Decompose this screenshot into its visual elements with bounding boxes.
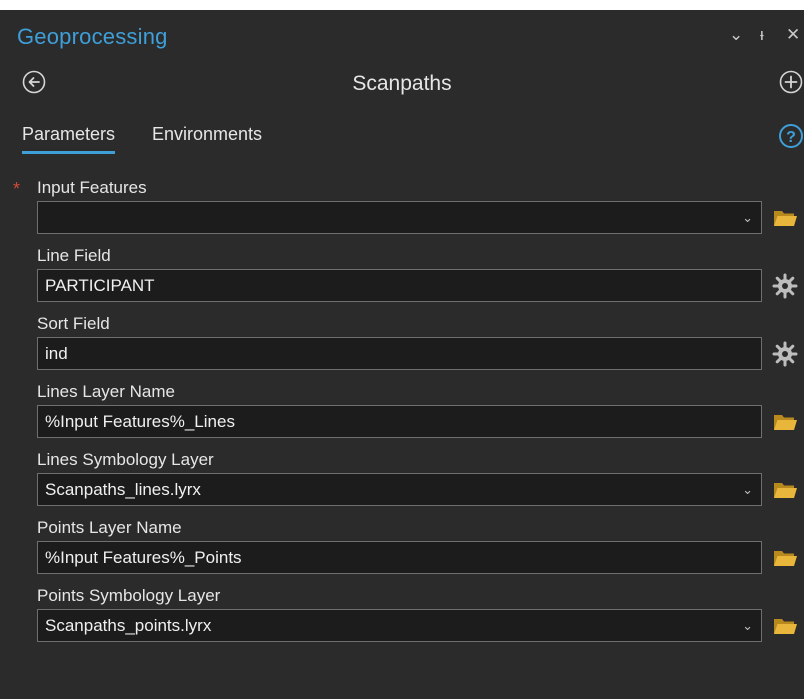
- folder-icon[interactable]: [771, 545, 799, 571]
- param-label: Line Field: [37, 246, 111, 265]
- param-label: Points Symbology Layer: [37, 586, 221, 605]
- tab-environments[interactable]: Environments: [152, 124, 262, 151]
- param-label: Input Features: [37, 178, 147, 197]
- pane-title: Geoprocessing: [17, 24, 168, 49]
- field-value: ind: [45, 344, 68, 363]
- chevron-down-icon[interactable]: ⌄: [742, 610, 753, 641]
- input-features-dropdown[interactable]: ⌄: [37, 201, 762, 234]
- tab-strip: Parameters Environments: [0, 124, 804, 158]
- folder-icon[interactable]: [771, 613, 799, 639]
- field-value: PARTICIPANT: [45, 276, 155, 295]
- help-icon[interactable]: ?: [778, 123, 804, 149]
- lines-layer-name-input[interactable]: %Input Features%_Lines: [37, 405, 762, 438]
- tool-name: Scanpaths: [352, 72, 452, 95]
- svg-text:?: ?: [786, 129, 796, 146]
- folder-icon[interactable]: [771, 409, 799, 435]
- param-label: Points Layer Name: [37, 518, 182, 537]
- pin-icon[interactable]: ᵻ: [760, 25, 764, 45]
- lines-symbology-dropdown[interactable]: Scanpaths_lines.lyrx ⌄: [37, 473, 762, 506]
- sort-field-input[interactable]: ind: [37, 337, 762, 370]
- line-field-input[interactable]: PARTICIPANT: [37, 269, 762, 302]
- tab-parameters[interactable]: Parameters: [22, 124, 116, 154]
- add-icon[interactable]: [779, 70, 803, 94]
- field-value: Scanpaths_points.lyrx: [45, 616, 212, 635]
- field-value: %Input Features%_Points: [45, 548, 242, 567]
- chevron-down-icon[interactable]: ⌄: [742, 474, 753, 505]
- field-value: %Input Features%_Lines: [45, 412, 235, 431]
- folder-icon[interactable]: [771, 477, 799, 503]
- param-label: Lines Layer Name: [37, 382, 175, 401]
- close-icon[interactable]: ✕: [786, 25, 800, 45]
- field-value: Scanpaths_lines.lyrx: [45, 480, 201, 499]
- chevron-down-icon[interactable]: ⌄: [742, 202, 753, 233]
- tool-header: Scanpaths: [0, 66, 804, 106]
- param-label: Sort Field: [37, 314, 110, 333]
- gear-icon[interactable]: [771, 273, 799, 299]
- gear-icon[interactable]: [771, 341, 799, 367]
- chevron-down-icon[interactable]: ⌄: [729, 25, 743, 45]
- required-marker: *: [13, 179, 21, 199]
- geoprocessing-pane: Geoprocessing ⌄ ᵻ ✕ Scanpaths Parameters…: [0, 10, 804, 699]
- points-symbology-dropdown[interactable]: Scanpaths_points.lyrx ⌄: [37, 609, 762, 642]
- points-layer-name-input[interactable]: %Input Features%_Points: [37, 541, 762, 574]
- param-label: Lines Symbology Layer: [37, 450, 214, 469]
- pane-titlebar: Geoprocessing ⌄ ᵻ ✕: [0, 10, 804, 66]
- folder-icon[interactable]: [771, 205, 799, 231]
